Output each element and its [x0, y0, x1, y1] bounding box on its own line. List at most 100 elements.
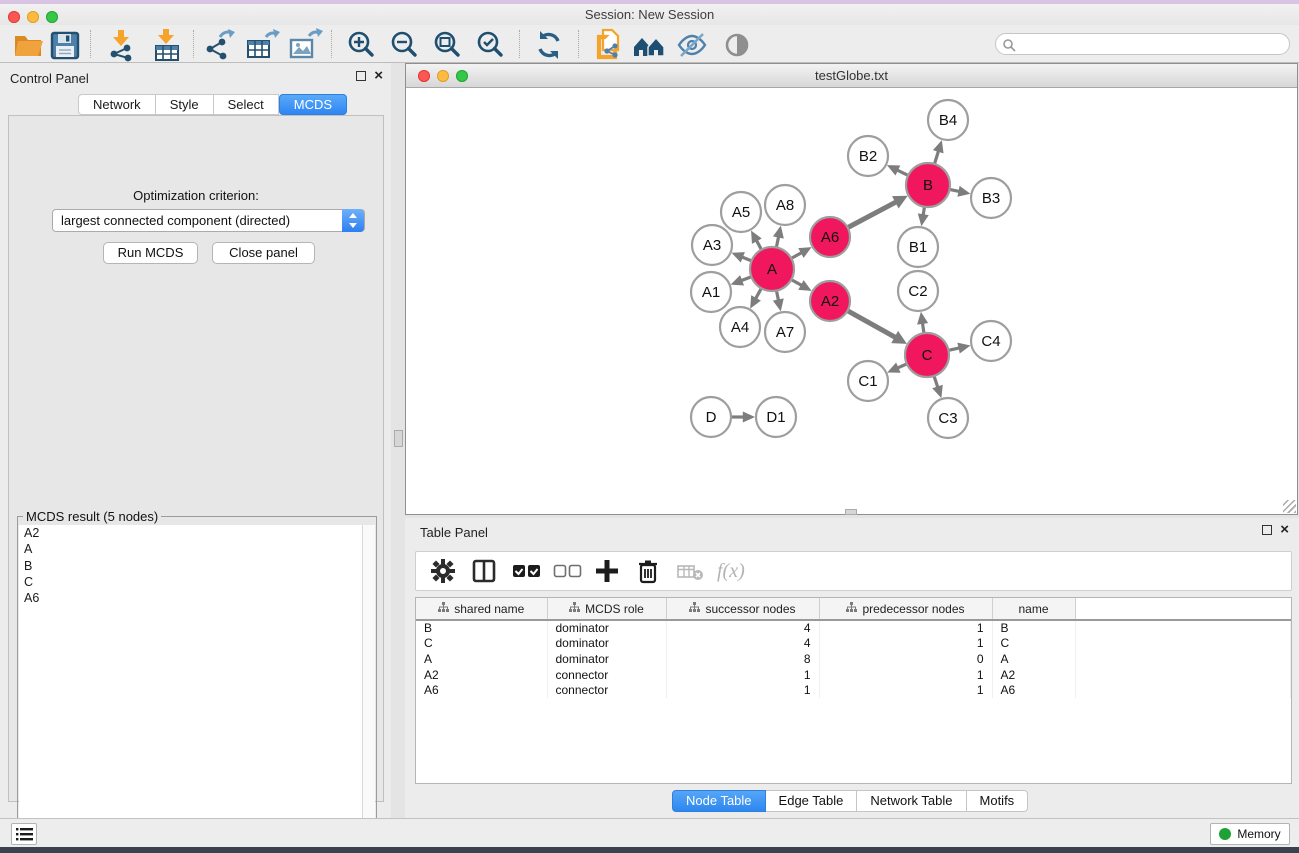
run-mcds-button[interactable]: Run MCDS	[103, 242, 198, 264]
tab-style[interactable]: Style	[156, 94, 214, 115]
edge-arrowhead	[957, 186, 970, 197]
horizontal-splitter-grip[interactable]	[845, 509, 857, 515]
column-header-predecessor-nodes[interactable]: predecessor nodes	[819, 598, 992, 620]
hierarchy-icon	[438, 602, 449, 616]
edge-arrowhead	[918, 213, 929, 226]
toolbar-separator	[578, 30, 579, 58]
toolbar-separator	[193, 30, 194, 58]
tab-node-table[interactable]: Node Table	[672, 790, 766, 812]
mcds-result-item[interactable]: C	[19, 574, 362, 590]
add-column-icon[interactable]	[594, 558, 620, 584]
hierarchy-icon	[569, 602, 580, 616]
graph-node-label: A1	[702, 284, 720, 301]
window-resize-grip[interactable]	[1283, 500, 1296, 513]
select-all-checkboxes-icon[interactable]	[512, 558, 538, 584]
toolbar-separator	[90, 30, 91, 58]
close-table-panel-icon[interactable]: ×	[1280, 525, 1289, 535]
import-table-icon[interactable]	[149, 27, 185, 63]
edge-B-B4[interactable]	[934, 150, 938, 164]
graph-node-label: A2	[821, 293, 839, 310]
table-row[interactable]: Adominator80A	[416, 651, 1291, 667]
delete-table-icon[interactable]	[676, 558, 702, 584]
deselect-all-checkboxes-icon[interactable]	[553, 558, 579, 584]
table-toolbar: f(x)	[415, 551, 1292, 591]
control-panel-title: Control Panel	[10, 71, 89, 86]
task-history-list-icon[interactable]	[11, 823, 37, 845]
control-panel: Control Panel × NetworkStyleSelectMCDS O…	[0, 63, 391, 818]
tab-network-table[interactable]: Network Table	[857, 790, 966, 812]
column-header-MCDS-role[interactable]: MCDS role	[547, 598, 666, 620]
delete-columns-trash-icon[interactable]	[635, 558, 661, 584]
mcds-result-item[interactable]: B	[19, 558, 362, 574]
table-row[interactable]: A6connector11A6	[416, 682, 1291, 698]
window-title: Session: New Session	[0, 7, 1299, 22]
edge-arrowhead	[957, 343, 970, 354]
float-panel-icon[interactable]	[356, 71, 366, 81]
edge-arrowhead	[933, 140, 944, 153]
import-network-icon[interactable]	[104, 27, 140, 63]
show-columns-icon[interactable]	[471, 558, 497, 584]
zoom-fit-icon[interactable]	[430, 27, 466, 63]
refresh-icon[interactable]	[531, 27, 567, 63]
tab-edge-table[interactable]: Edge Table	[766, 790, 858, 812]
close-panel-icon[interactable]: ×	[374, 71, 383, 81]
hierarchy-icon	[689, 602, 700, 616]
tab-select[interactable]: Select	[214, 94, 279, 115]
column-header-name[interactable]: name	[992, 598, 1075, 620]
open-session-icon[interactable]	[11, 27, 47, 63]
tab-mcds[interactable]: MCDS	[279, 94, 347, 115]
tab-motifs[interactable]: Motifs	[967, 790, 1029, 812]
graph-node-label: C1	[858, 373, 877, 390]
network-window-title: testGlobe.txt	[406, 68, 1297, 83]
edge-arrowhead	[917, 312, 928, 325]
table-panel-title: Table Panel	[420, 525, 488, 540]
mcds-list-scrollbar[interactable]	[362, 525, 375, 852]
home-icon[interactable]	[631, 27, 667, 63]
mcds-result-list: A2ABCA6	[19, 525, 362, 852]
export-network-icon[interactable]	[202, 27, 238, 63]
hide-graphics-details-icon[interactable]	[674, 27, 710, 63]
edge-A2-C[interactable]	[847, 311, 896, 338]
export-image-icon[interactable]	[287, 27, 323, 63]
graph-node-label: A4	[731, 319, 749, 336]
zoom-selected-icon[interactable]	[473, 27, 509, 63]
mcds-result-item[interactable]: A	[19, 541, 362, 557]
mcds-result-groupbox: MCDS result (5 nodes) A2ABCA6	[17, 516, 377, 853]
main-titlebar: Session: New Session	[0, 4, 1299, 25]
open-session-file-icon[interactable]	[590, 27, 626, 63]
main-toolbar	[0, 25, 1299, 63]
network-canvas[interactable]: B4B2BB3B1A5A8A3A6AA1A4A7A2C2CC4C1C3DD1	[406, 88, 1297, 514]
save-session-icon[interactable]	[47, 27, 83, 63]
memory-status-dot-icon	[1219, 828, 1231, 840]
node-table: shared nameMCDS rolesuccessor nodesprede…	[415, 597, 1292, 784]
memory-button[interactable]: Memory	[1210, 823, 1290, 845]
edge-arrowhead	[773, 226, 784, 239]
mcds-result-title: MCDS result (5 nodes)	[23, 509, 161, 524]
graph-node-label: B	[923, 177, 933, 194]
column-header-successor-nodes[interactable]: successor nodes	[666, 598, 819, 620]
column-header-shared-name[interactable]: shared name	[416, 598, 547, 620]
graph-node-label: A8	[776, 197, 794, 214]
edge-A6-B[interactable]	[848, 201, 897, 227]
table-row[interactable]: A2connector11A2	[416, 667, 1291, 683]
graph-node-label: B2	[859, 148, 877, 165]
vertical-splitter-grip[interactable]	[394, 430, 403, 447]
table-row[interactable]: Bdominator41B	[416, 620, 1291, 636]
table-settings-gear-icon[interactable]	[430, 558, 456, 584]
zoom-out-icon[interactable]	[387, 27, 423, 63]
control-panel-tabs: NetworkStyleSelectMCDS	[78, 94, 347, 115]
mcds-result-item[interactable]: A6	[19, 590, 362, 606]
search-input[interactable]	[1020, 35, 1280, 53]
table-row[interactable]: Cdominator41C	[416, 636, 1291, 652]
function-builder-icon[interactable]: f(x)	[717, 560, 745, 583]
export-table-icon[interactable]	[244, 27, 280, 63]
graph-node-label: A	[767, 261, 777, 278]
close-panel-button[interactable]: Close panel	[212, 242, 315, 264]
tab-network[interactable]: Network	[78, 94, 156, 115]
float-table-panel-icon[interactable]	[1262, 525, 1272, 535]
edge-B-B2[interactable]	[896, 170, 908, 176]
optimization-criterion-dropdown[interactable]: largest connected component (directed)	[52, 209, 365, 232]
show-graphics-details-icon[interactable]	[719, 27, 755, 63]
mcds-result-item[interactable]: A2	[19, 525, 362, 541]
zoom-in-icon[interactable]	[344, 27, 380, 63]
